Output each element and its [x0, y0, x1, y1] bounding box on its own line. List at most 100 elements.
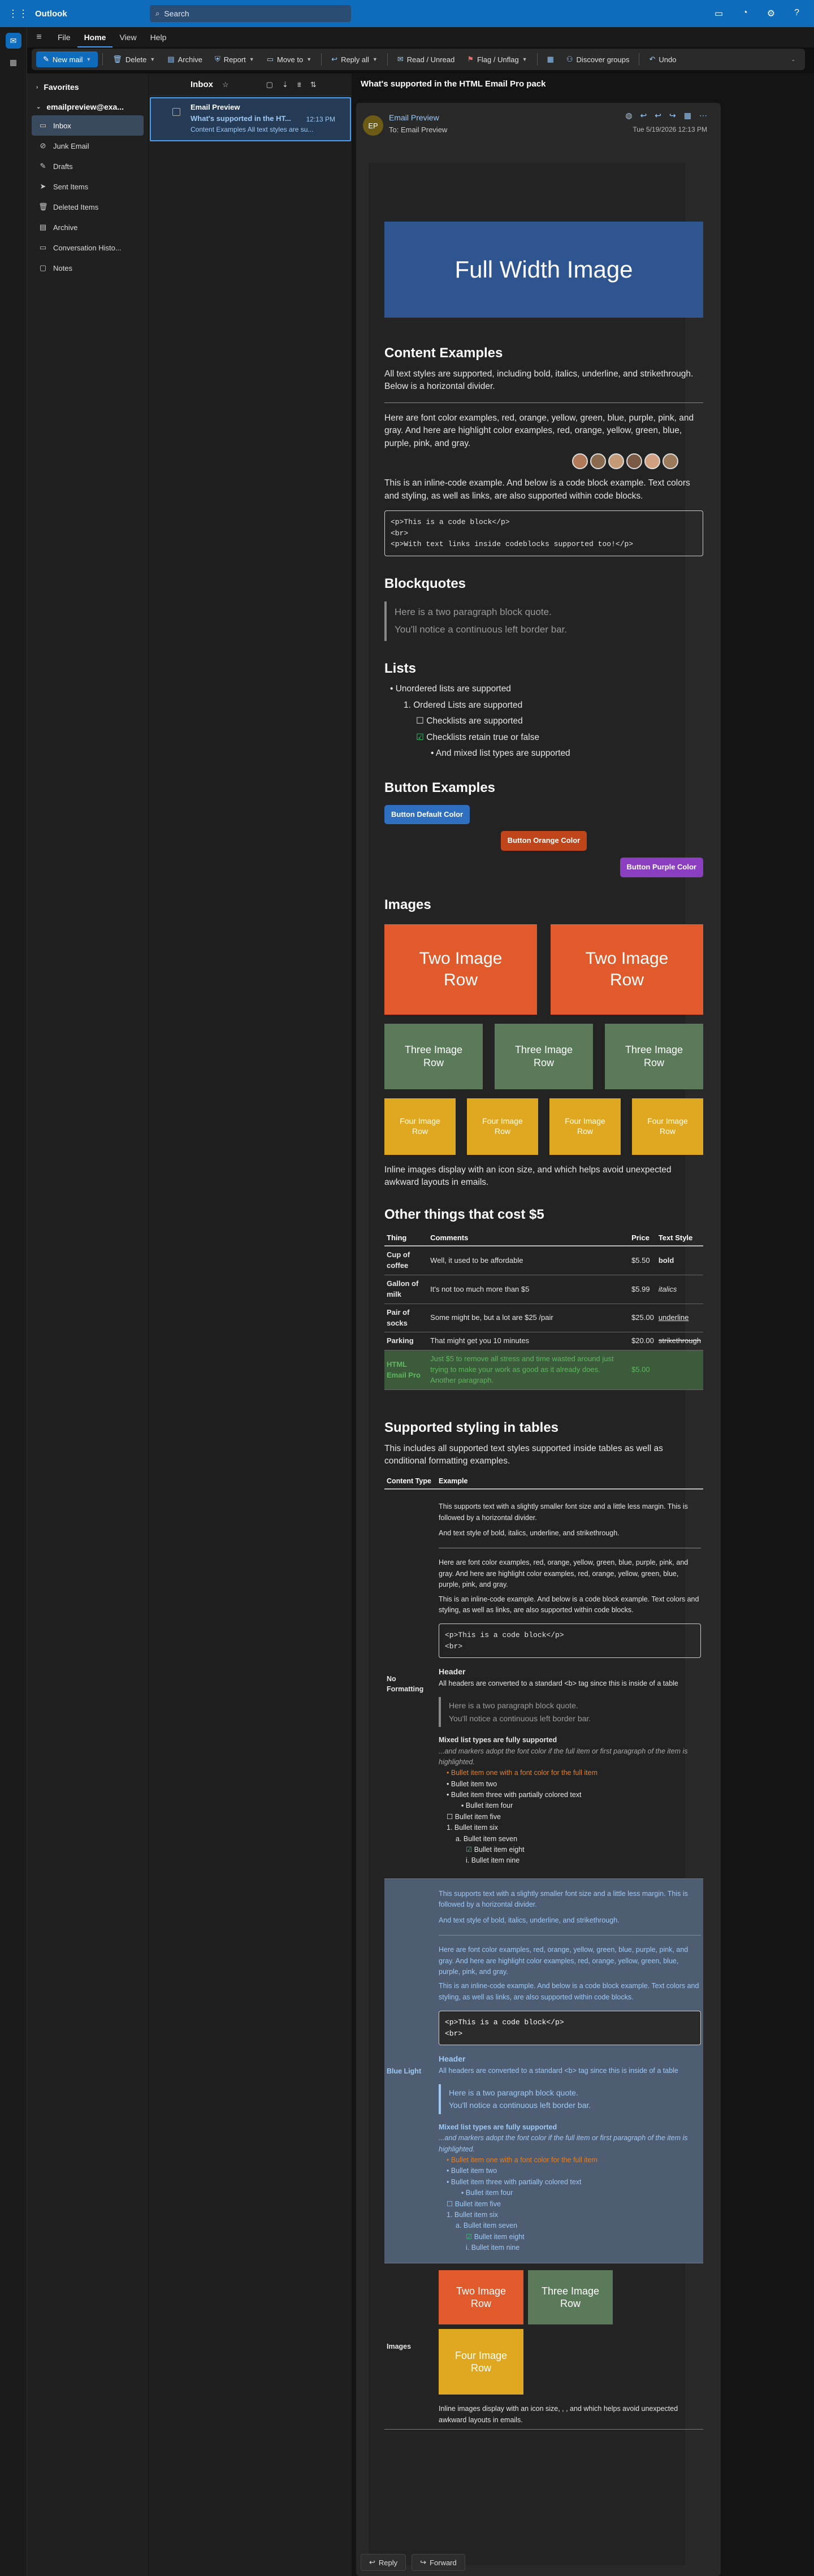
list-item: ☐ Checklists are supported: [416, 716, 523, 726]
avatar: [572, 453, 588, 470]
chevron-down-icon: ▼: [86, 57, 92, 62]
settings-gear-icon[interactable]: ⚙: [767, 8, 775, 19]
move-to-button[interactable]: ▭ Move to ▼: [262, 51, 317, 67]
image-three-row: Three Image Row: [384, 1023, 483, 1089]
sidebar-item-archive[interactable]: ▤ Archive: [32, 217, 144, 237]
sender-name[interactable]: Email Preview: [389, 113, 439, 122]
grid-button[interactable]: ▦: [542, 51, 559, 67]
tab-home[interactable]: Home: [77, 27, 113, 47]
help-icon[interactable]: ?: [794, 8, 799, 19]
message-date: Tue 5/19/2026 12:13 PM: [633, 125, 707, 133]
mail-app-icon[interactable]: ✉: [5, 33, 21, 49]
app-launcher-icon[interactable]: ⋮⋮: [8, 8, 28, 20]
notification-bell-icon[interactable]: ◔: [742, 8, 748, 19]
sidebar-item-notes[interactable]: ▢ Notes: [32, 258, 144, 278]
discover-groups-button[interactable]: ⚇ Discover groups: [561, 51, 635, 67]
select-icon[interactable]: ▢: [266, 80, 273, 89]
blockquote: Here is a two paragraph block quote. You…: [384, 601, 703, 641]
shield-icon: ⛨: [214, 55, 220, 63]
archive-icon: ▤: [167, 55, 175, 63]
image-two-row: Two Image Row: [384, 924, 537, 1015]
tab-file[interactable]: File: [51, 27, 77, 47]
menu-bar: ≡ File Home View Help: [27, 27, 814, 47]
email-button-default[interactable]: Button Default Color: [384, 804, 470, 825]
app-rail: ✉ ▦: [0, 27, 27, 2576]
flag-icon: ⚑: [467, 55, 474, 63]
trash-icon: 🗑: [112, 55, 122, 63]
list-item: • And mixed list types are supported: [431, 748, 570, 759]
list-header: Inbox ☆ ▢ ⇣ ⩩ ⇅: [149, 73, 352, 96]
forward-button[interactable]: ↪ Forward: [412, 2554, 465, 2571]
send-icon: ➤: [40, 182, 46, 191]
flag-button[interactable]: ⚑ Flag / Unflag ▼: [462, 51, 532, 67]
jump-icon[interactable]: ⇣: [282, 80, 288, 89]
list-item: • Unordered lists are supported: [390, 684, 511, 694]
code-block: <p>This is a code block</p> <br> <p>With…: [384, 510, 703, 556]
sidebar-item-inbox[interactable]: ▭ Inbox: [32, 115, 144, 136]
sidebar-item-sent[interactable]: ➤ Sent Items: [32, 176, 144, 197]
new-mail-button[interactable]: ✎ New mail ▼: [36, 51, 98, 67]
avatar: [608, 453, 624, 470]
undo-icon: ↶: [649, 55, 656, 63]
content-paragraph: All text styles are supported, including…: [384, 369, 694, 392]
archive-button[interactable]: ▤ Archive: [162, 51, 207, 67]
styled-table-title: Supported styling in tables: [384, 1419, 559, 1435]
ribbon-overflow-button[interactable]: ⌄: [786, 51, 800, 67]
read-unread-button[interactable]: ✉ Read / Unread: [392, 51, 460, 67]
delete-button[interactable]: 🗑 Delete ▼: [107, 51, 160, 67]
folder-icon: ▭: [39, 243, 47, 252]
star-icon[interactable]: ☆: [222, 80, 229, 89]
account-header[interactable]: ⌄ emailpreview@exa...: [27, 93, 148, 115]
forward-icon[interactable]: ↪: [669, 111, 676, 120]
groups-icon: ⚇: [566, 55, 573, 63]
hamburger-icon[interactable]: ≡: [27, 32, 51, 42]
reply-icon: ↩: [369, 2558, 375, 2566]
list-item: 1. Ordered Lists are supported: [404, 700, 523, 710]
image-four-row: Four Image Row: [632, 1098, 703, 1155]
table-row: HTML Email Pro Just $5 to remove all stre…: [384, 1350, 703, 1390]
more-icon[interactable]: ⋯: [699, 111, 707, 120]
report-button[interactable]: ⛨ Report ▼: [210, 51, 259, 67]
image-three-row: Three Image Row: [528, 2270, 613, 2325]
sort-icon[interactable]: ⇅: [310, 80, 317, 89]
styled-intro: This includes all supported text styles …: [384, 1443, 663, 1466]
table-row: Images Two Image Row Three Image Row Fou…: [384, 2263, 703, 2430]
sidebar-item-conversation-history[interactable]: ▭ Conversation Histo...: [32, 237, 144, 258]
email-button-purple[interactable]: Button Purple Color: [620, 858, 703, 878]
image-four-row: Four Image Row: [439, 2329, 523, 2395]
reply-button[interactable]: ↩ Reply: [361, 2554, 406, 2571]
list-item: ☑ Checklists retain true or false: [416, 732, 540, 742]
list-item[interactable]: Email Preview What's supported in the HT…: [150, 97, 351, 141]
reply-icon[interactable]: ↩: [640, 111, 647, 120]
reply-all-icon[interactable]: ↩: [655, 111, 661, 120]
message-card: EP Email Preview To: Email Preview Tue 5…: [356, 103, 721, 2576]
sensitivity-icon[interactable]: ◍: [625, 111, 632, 120]
sidebar-item-drafts[interactable]: ✎ Drafts: [32, 156, 144, 176]
chevron-down-icon: ⌄: [791, 56, 795, 62]
sidebar-item-junk[interactable]: ⊘ Junk Email: [32, 136, 144, 156]
meet-now-icon[interactable]: ▭: [715, 8, 723, 19]
favorites-header[interactable]: › Favorites: [27, 73, 148, 93]
price-table: Thing Comments Price Text Style Cup of c…: [384, 1230, 703, 1390]
table-title: Other things that cost $5: [384, 1206, 544, 1222]
undo-button[interactable]: ↶ Undo: [644, 51, 681, 67]
search-input[interactable]: ⌕ Search: [150, 5, 351, 22]
ribbon-toolbar: ✎ New mail ▼ 🗑 Delete ▼ ▤ Archive ⛨ Report ▼ ▭ M…: [32, 49, 805, 70]
filter-icon[interactable]: ⩩: [297, 80, 301, 89]
reply-all-button[interactable]: ↩ Reply all ▼: [326, 51, 383, 67]
chevron-down-icon: ⌄: [36, 103, 41, 110]
tab-help[interactable]: Help: [144, 27, 174, 47]
avatar: [590, 453, 606, 470]
tab-view[interactable]: View: [112, 27, 143, 47]
table-row: No Formatting This supports text with a …: [384, 1488, 703, 1880]
select-checkbox[interactable]: [172, 108, 180, 116]
table-row: Pair of socks Some might be, but a lot ar…: [384, 1304, 703, 1333]
avatar-row: [384, 453, 678, 470]
grid-icon[interactable]: ▦: [684, 111, 691, 120]
calendar-app-icon[interactable]: ▦: [6, 54, 21, 70]
table-row: Gallon of milk It's not too much more tha…: [384, 1275, 703, 1304]
inline-images-paragraph: Inline images display with an icon size,…: [384, 1164, 672, 1188]
sidebar-item-deleted[interactable]: 🗑 Deleted Items: [32, 197, 144, 217]
email-button-orange[interactable]: Button Orange Color: [500, 831, 587, 851]
app-name: Outlook: [35, 8, 67, 19]
